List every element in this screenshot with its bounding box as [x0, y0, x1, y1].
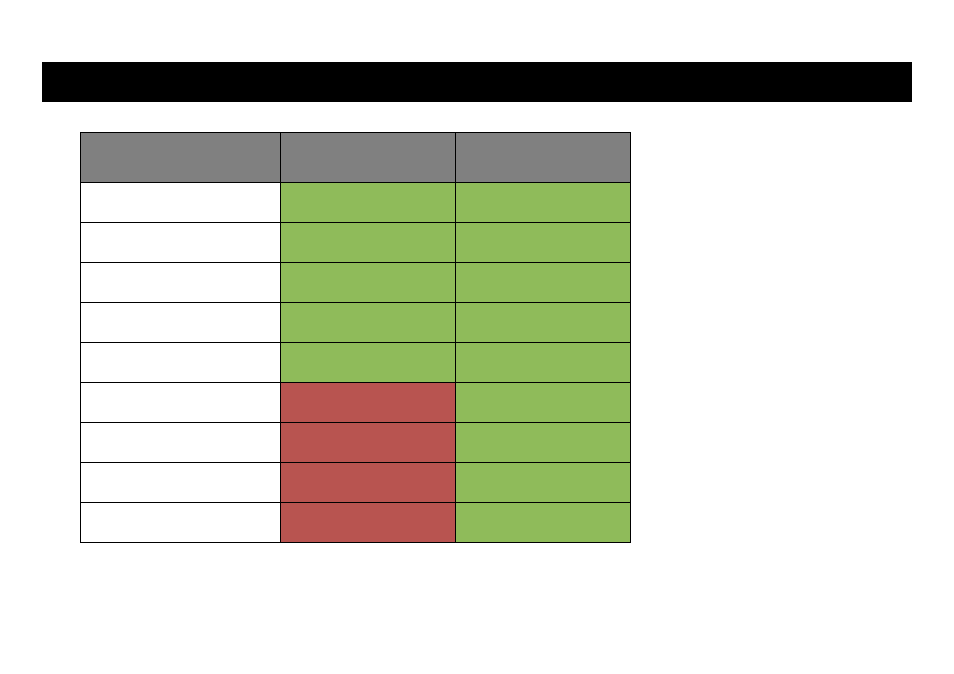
table-row [81, 303, 631, 343]
table-row [81, 343, 631, 383]
table-row [81, 463, 631, 503]
table-row [81, 183, 631, 223]
row-label-cell [81, 223, 281, 263]
status-cell [456, 343, 631, 383]
status-cell [281, 423, 456, 463]
table-row [81, 503, 631, 543]
status-cell [456, 183, 631, 223]
status-table [80, 132, 631, 543]
row-label-cell [81, 463, 281, 503]
table-header-cell [81, 133, 281, 183]
status-cell [456, 423, 631, 463]
status-cell [456, 223, 631, 263]
table-row [81, 383, 631, 423]
row-label-cell [81, 503, 281, 543]
status-cell [456, 303, 631, 343]
status-cell [281, 263, 456, 303]
table-header-cell [281, 133, 456, 183]
row-label-cell [81, 303, 281, 343]
status-cell [456, 383, 631, 423]
row-label-cell [81, 383, 281, 423]
row-label-cell [81, 423, 281, 463]
status-cell [456, 263, 631, 303]
title-bar [42, 62, 912, 102]
status-cell [281, 463, 456, 503]
status-cell [281, 383, 456, 423]
status-cell [281, 223, 456, 263]
table-row [81, 263, 631, 303]
row-label-cell [81, 183, 281, 223]
row-label-cell [81, 343, 281, 383]
table-row [81, 223, 631, 263]
comparison-table [80, 132, 631, 543]
table-row [81, 423, 631, 463]
row-label-cell [81, 263, 281, 303]
status-cell [281, 343, 456, 383]
status-cell [281, 503, 456, 543]
status-cell [456, 503, 631, 543]
status-cell [456, 463, 631, 503]
status-cell [281, 303, 456, 343]
table-header-cell [456, 133, 631, 183]
table-header-row [81, 133, 631, 183]
status-cell [281, 183, 456, 223]
